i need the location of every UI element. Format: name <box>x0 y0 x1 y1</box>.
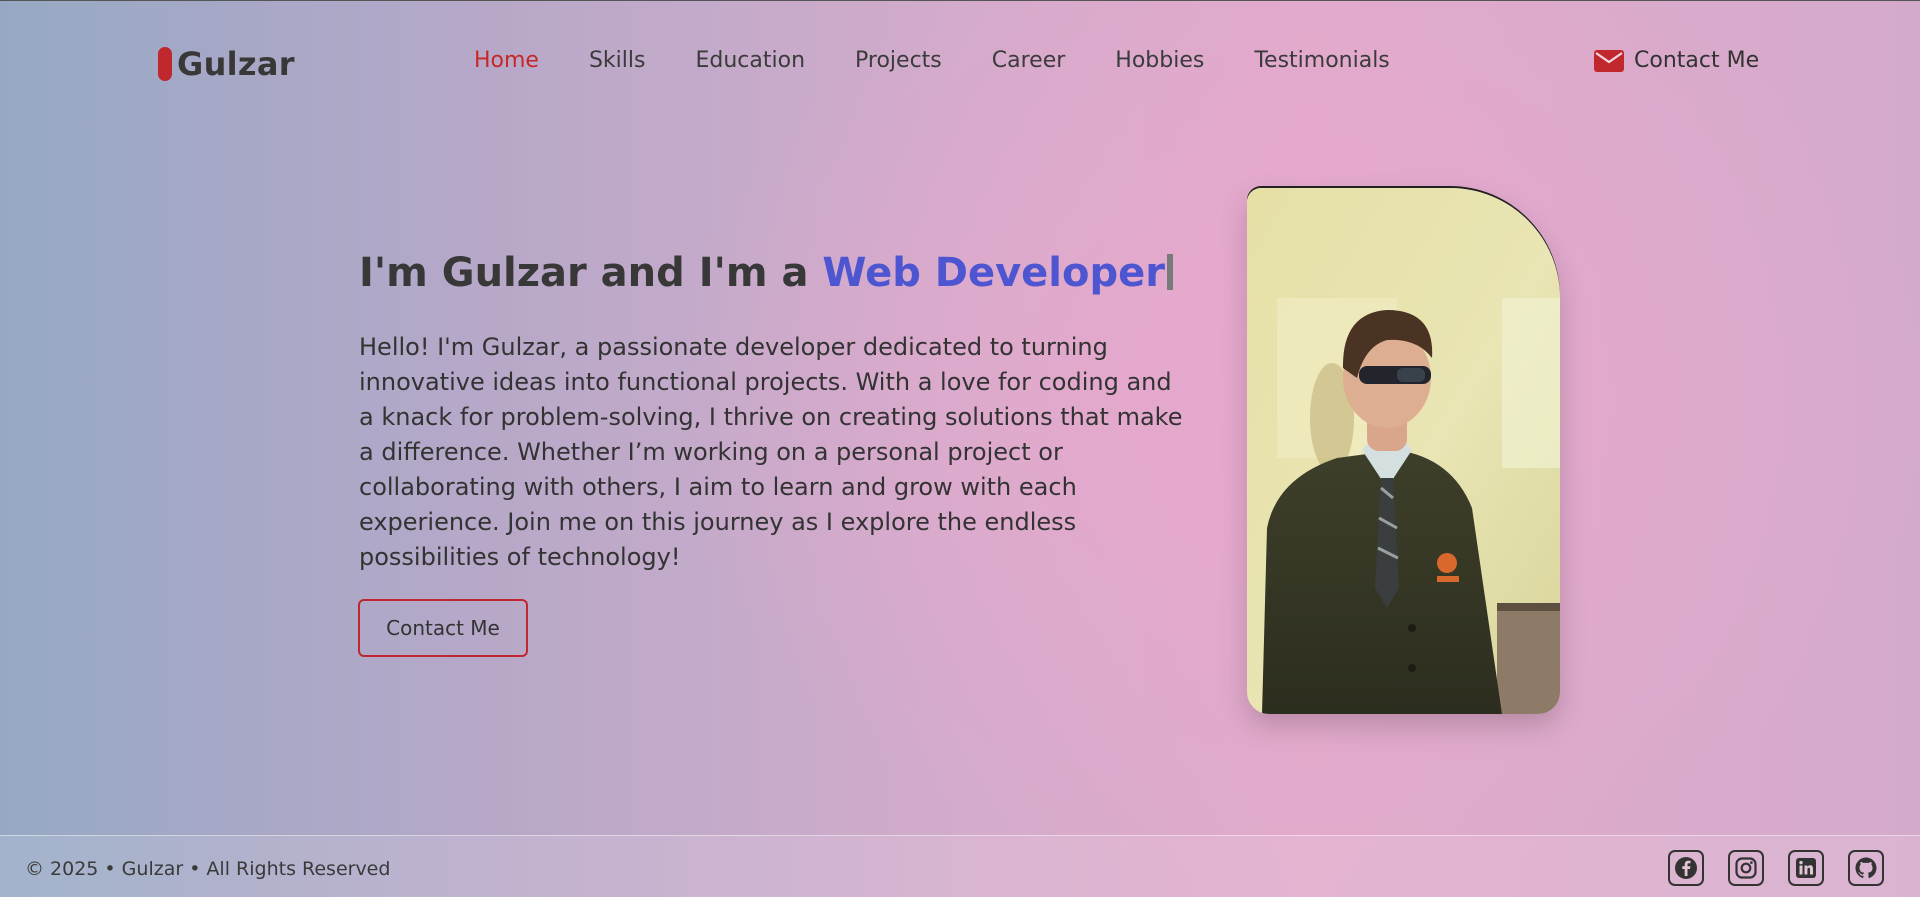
linkedin-link[interactable] <box>1788 850 1824 886</box>
header-contact-label: Contact Me <box>1634 48 1760 73</box>
site-header: Gulzar Home Skills Education Projects Ca… <box>0 0 1920 122</box>
profile-photo <box>1247 188 1560 714</box>
github-icon <box>1855 857 1877 879</box>
instagram-icon <box>1735 857 1757 879</box>
copyright-text: © 2025 • Gulzar • All Rights Reserved <box>25 858 391 880</box>
main-nav: Home Skills Education Projects Career Ho… <box>474 48 1390 73</box>
brand-logo[interactable]: Gulzar <box>158 45 295 83</box>
site-footer: © 2025 • Gulzar • All Rights Reserved <box>0 835 1920 897</box>
hero-title-highlight: Web Developer <box>822 250 1165 296</box>
nav-skills[interactable]: Skills <box>589 48 646 73</box>
typing-cursor <box>1166 254 1173 290</box>
instagram-link[interactable] <box>1728 850 1764 886</box>
nav-testimonials[interactable]: Testimonials <box>1254 48 1389 73</box>
hero-description: Hello! I'm Gulzar, a passionate develope… <box>359 333 1183 571</box>
social-links <box>1668 850 1884 886</box>
nav-home[interactable]: Home <box>474 48 539 73</box>
github-link[interactable] <box>1848 850 1884 886</box>
hero-title: I'm Gulzar and I'm a Web Developer <box>359 250 1173 296</box>
header-contact-link[interactable]: Contact Me <box>1594 48 1759 73</box>
facebook-link[interactable] <box>1668 850 1704 886</box>
nav-career[interactable]: Career <box>992 48 1066 73</box>
nav-hobbies[interactable]: Hobbies <box>1115 48 1204 73</box>
linkedin-icon <box>1796 858 1816 878</box>
facebook-icon <box>1675 857 1697 879</box>
brand-mark-icon <box>158 47 172 81</box>
hero-contact-button[interactable]: Contact Me <box>358 599 528 657</box>
envelope-icon <box>1594 49 1624 72</box>
brand-name: Gulzar <box>177 45 295 83</box>
nav-projects[interactable]: Projects <box>855 48 942 73</box>
nav-education[interactable]: Education <box>695 48 805 73</box>
profile-photo-illustration <box>1247 188 1560 714</box>
hero-title-prefix: I'm Gulzar and I'm a <box>359 250 809 296</box>
